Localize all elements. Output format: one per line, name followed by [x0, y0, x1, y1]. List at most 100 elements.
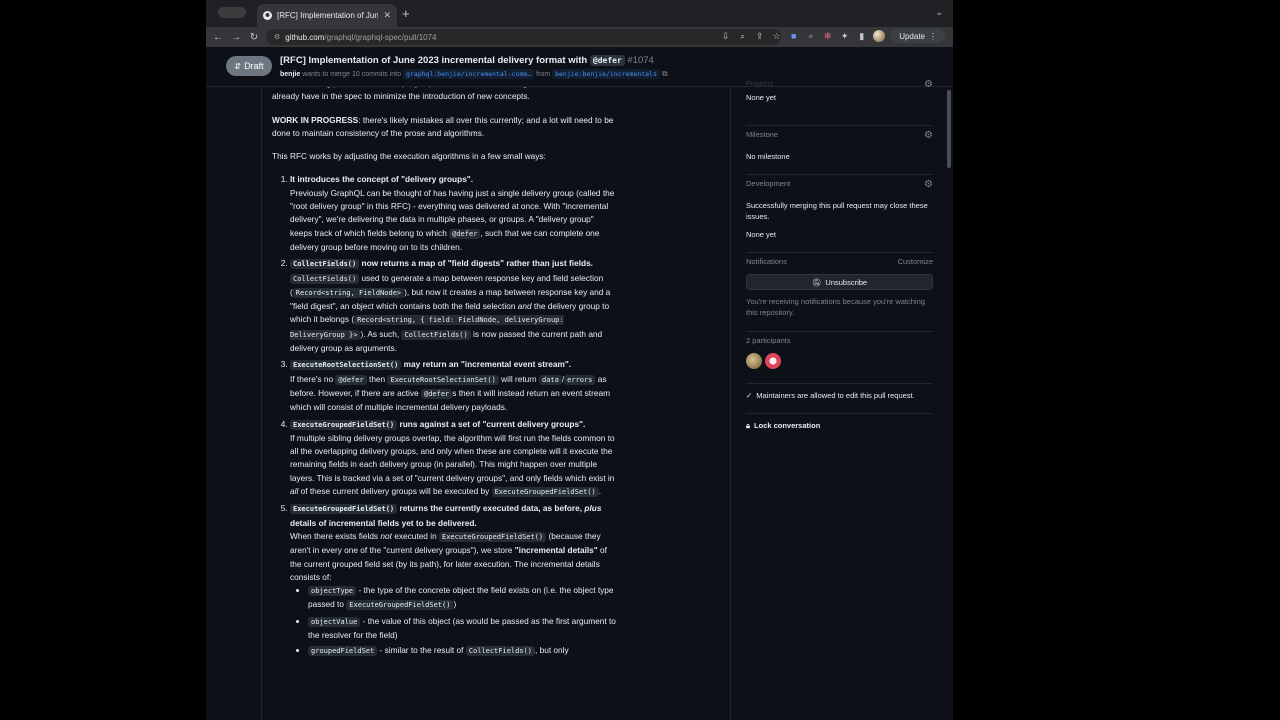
share-icon[interactable]: ⇪	[754, 31, 765, 42]
inline-code: ExecuteGroupedFieldSet()	[346, 600, 454, 611]
projects-label: Projects	[746, 79, 774, 88]
extension-circle-icon[interactable]: ●	[805, 31, 816, 42]
url-host: github.com	[285, 32, 325, 42]
item-text: .	[598, 486, 602, 497]
inline-code: CollectFields()	[290, 259, 360, 270]
head-branch[interactable]: benjie:benjie/incrementals	[552, 69, 660, 79]
pr-description: with the existing patterns in the GraphQ…	[261, 87, 731, 720]
close-tab-icon[interactable]: ✕	[383, 10, 391, 21]
inline-code: data	[538, 374, 562, 385]
milestone-section: Milestone ⚙ No milestone	[746, 125, 933, 162]
zoom-icon[interactable]: ⌕	[737, 31, 748, 42]
active-tab[interactable]: [RFC] Implementation of June ✕	[257, 4, 397, 27]
window-controls[interactable]	[218, 7, 246, 18]
check-icon: ✓	[746, 391, 753, 400]
item-bold: "incremental details"	[514, 545, 598, 556]
item-text: then	[369, 373, 386, 384]
install-icon[interactable]: ⇩	[720, 31, 731, 42]
pr-number: #1074	[627, 55, 654, 66]
list-item: CollectFields() now returns a map of "fi…	[290, 257, 617, 355]
back-icon[interactable]: ←	[209, 28, 227, 46]
side-panel-icon[interactable]: ▮	[856, 31, 867, 42]
item-title: may return an "incremental event stream"…	[403, 359, 572, 370]
gear-icon[interactable]: ⚙	[924, 79, 933, 90]
extension-graphql-icon[interactable]: ✻	[822, 31, 833, 42]
notifications-section: Notifications Customize 🔕︎ Unsubscribe You…	[746, 252, 933, 318]
list-item: objectValue - the value of this object (…	[308, 615, 617, 643]
item-title: details of incremental fields yet to be …	[290, 517, 477, 528]
unsubscribe-button[interactable]: 🔕︎ Unsubscribe	[746, 274, 933, 290]
lock-conversation-link[interactable]: 🔒︎ Lock conversation	[746, 413, 933, 431]
tab-strip: [RFC] Implementation of June ✕ + ⌄	[206, 0, 953, 27]
inline-code: CollectFields()	[465, 646, 535, 657]
tab-search-chevron-icon[interactable]: ⌄	[935, 7, 943, 18]
item-italic: and	[517, 301, 532, 312]
gear-icon[interactable]: ⚙	[924, 130, 933, 141]
maintainers-row: ✓ Maintainers are allowed to edit this p…	[746, 383, 933, 400]
intro-paragraph: with the existing patterns in the GraphQ…	[272, 87, 591, 102]
inline-code: ExecuteGroupedFieldSet()	[290, 504, 398, 515]
inline-code: errors	[564, 374, 596, 385]
inline-code: @defer	[420, 388, 453, 399]
item-text: , but only	[534, 645, 569, 656]
list-item: groupedFieldSet - similar to the result …	[308, 644, 617, 658]
list-item: ExecuteGroupedFieldSet() returns the cur…	[290, 502, 617, 658]
lock-label: Lock conversation	[754, 421, 821, 430]
item-title: returns the currently executed data, as …	[399, 503, 583, 514]
profile-avatar[interactable]	[873, 30, 886, 42]
copy-icon[interactable]: ⧉	[662, 69, 668, 78]
inline-code: groupedFieldSet	[308, 646, 378, 657]
base-branch[interactable]: graphql:benjie/incremental-comm…	[402, 69, 535, 79]
milestone-value: No milestone	[746, 152, 790, 161]
extension-bitwarden-icon[interactable]: ■	[788, 31, 799, 42]
inline-code: ExecuteGroupedFieldSet()	[290, 419, 398, 430]
pr-title: [RFC] Implementation of June 2023 increm…	[280, 55, 654, 66]
pr-author[interactable]: benjie	[280, 71, 300, 78]
wip-bold: WORK IN PROGRESS	[272, 114, 359, 125]
pr-title-code: @defer	[589, 55, 625, 66]
item-italic: all	[290, 486, 299, 497]
inline-code: @defer	[335, 374, 367, 385]
pr-sidebar: Projects ⚙ None yet Milestone ⚙ No milesto…	[746, 79, 933, 720]
customize-link[interactable]: Customize	[898, 257, 933, 266]
site-info-icon[interactable]: ⚙	[274, 33, 280, 41]
extensions-puzzle-icon[interactable]: ✦	[839, 31, 850, 42]
scrollbar[interactable]	[947, 90, 951, 168]
github-icon	[263, 11, 272, 20]
item-title: runs against a set of "current delivery …	[399, 418, 586, 429]
inline-code: ExecuteRootSelectionSet()	[387, 374, 499, 385]
forward-icon[interactable]: →	[227, 28, 245, 46]
address-bar[interactable]: ⚙ github.com/graphql/graphql-spec/pull/1…	[266, 29, 781, 45]
reload-icon[interactable]: ↻	[245, 28, 263, 46]
inline-code: CollectFields()	[290, 273, 360, 284]
development-section: Development ⚙ Successfully merging this p…	[746, 174, 933, 239]
draft-badge: ⇵ Draft	[226, 56, 272, 76]
list-item: It introduces the concept of "delivery g…	[290, 173, 617, 254]
item-text: of these current delivery groups will be…	[300, 486, 490, 497]
avatar[interactable]	[765, 353, 781, 369]
item-italic: plus	[584, 503, 602, 514]
bell-slash-icon: 🔕︎	[811, 277, 822, 287]
notifications-label: Notifications	[746, 257, 787, 266]
unsubscribe-label: Unsubscribe	[825, 277, 868, 287]
notification-reason: You're receiving notifications because y…	[746, 297, 925, 317]
update-button[interactable]: Update ⋮	[891, 29, 945, 43]
list-item: ExecuteRootSelectionSet() may return an …	[290, 358, 617, 414]
item-text: )	[453, 599, 457, 610]
bookmark-star-icon[interactable]: ☆	[771, 31, 782, 42]
item-text: ). As such,	[360, 328, 400, 339]
browser-toolbar: ← → ↻ ⚙ github.com/graphql/graphql-spec/…	[206, 27, 953, 47]
development-value: None yet	[746, 230, 777, 239]
item-title: now returns a map of "field digests" rat…	[361, 258, 593, 269]
inline-code: ExecuteRootSelectionSet()	[290, 360, 402, 371]
browser-window: [RFC] Implementation of June ✕ + ⌄ ← → ↻…	[206, 0, 953, 720]
item-text: When there exists fields	[290, 530, 379, 541]
update-label: Update	[899, 31, 925, 41]
gear-icon[interactable]: ⚙	[924, 179, 933, 190]
avatar[interactable]	[746, 353, 762, 369]
new-tab-icon[interactable]: +	[402, 6, 410, 21]
item-text: If there's no	[290, 373, 334, 384]
item-title: It introduces the concept of "delivery g…	[290, 174, 474, 185]
intro2-paragraph: This RFC works by adjusting the executio…	[272, 151, 546, 162]
inline-code: ExecuteGroupedFieldSet()	[439, 531, 547, 542]
